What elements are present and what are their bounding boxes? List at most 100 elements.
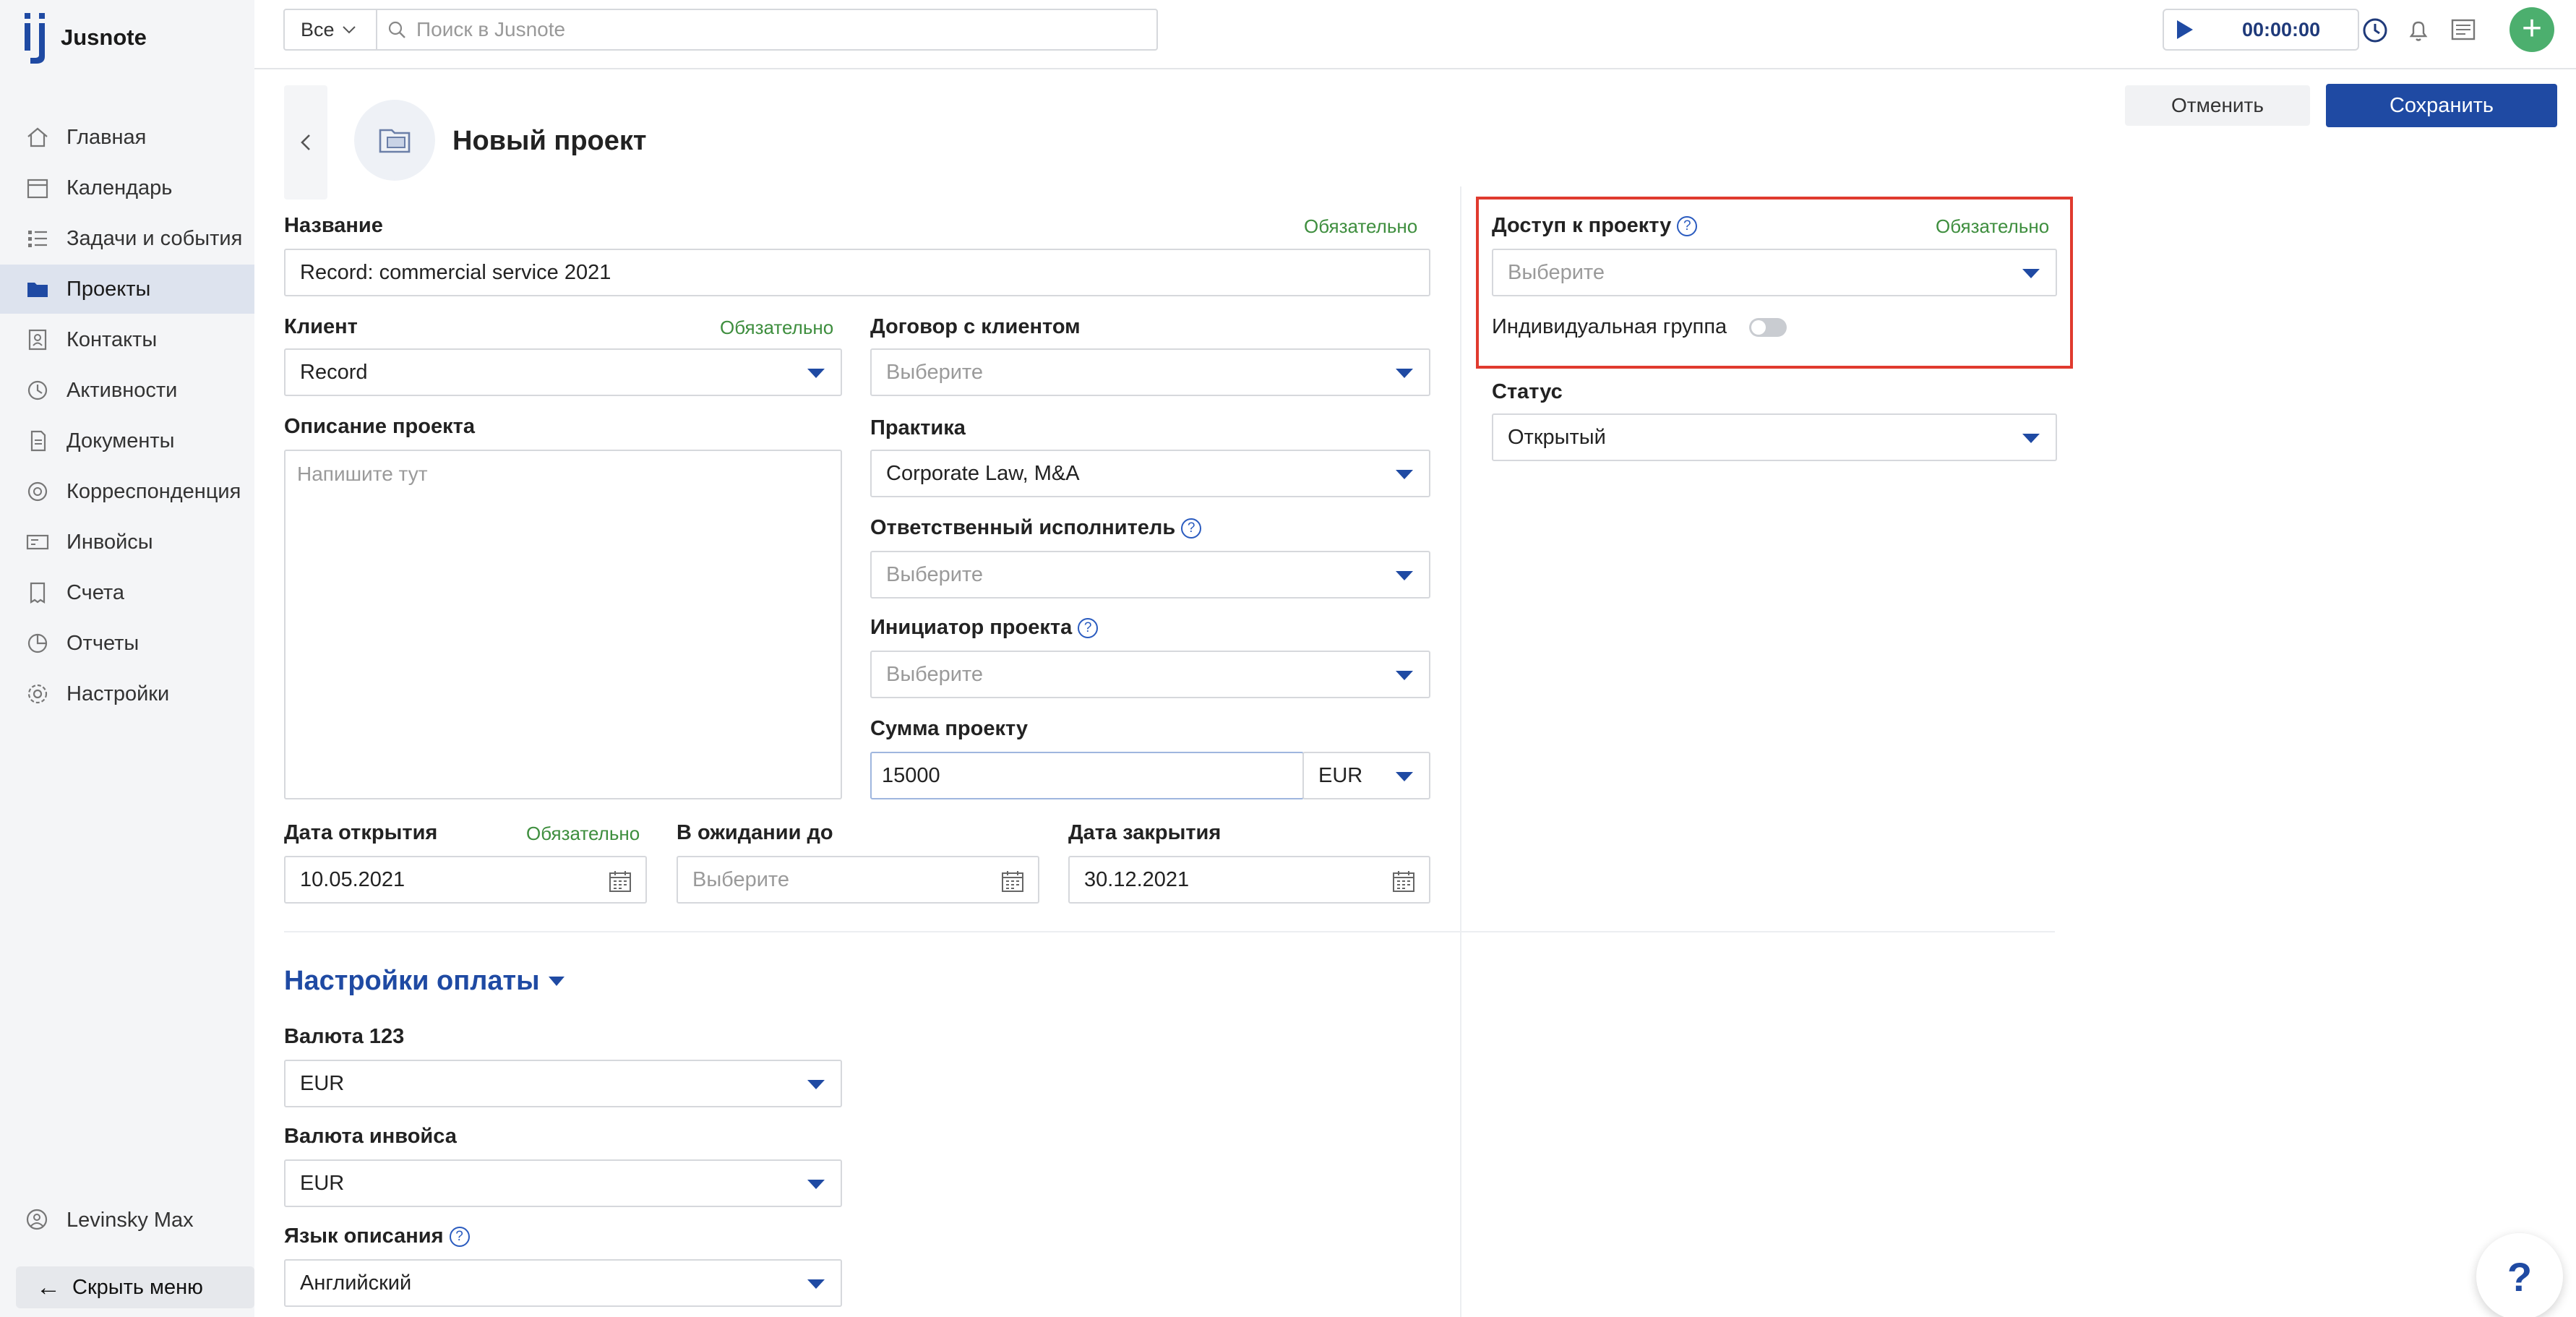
status-label: Статус [1492, 380, 1563, 403]
news-icon[interactable] [2447, 14, 2479, 46]
history-icon[interactable] [2359, 14, 2391, 46]
contract-select[interactable]: Выберите [870, 348, 1430, 396]
sidebar-item-label: Документы [66, 429, 175, 452]
sidebar-item-bills[interactable]: Счета [0, 568, 254, 617]
sidebar: Jusnote Главная Календарь Задачи и событ… [0, 0, 254, 1317]
calendar-icon[interactable] [608, 869, 632, 893]
question-icon: ? [2507, 1253, 2533, 1300]
search-bar: Все [283, 9, 1158, 51]
description-textarea[interactable]: Напишите тут [284, 450, 842, 799]
client-label: Клиент [284, 315, 358, 338]
sidebar-item-home[interactable]: Главная [0, 113, 254, 162]
sidebar-item-label: Календарь [66, 176, 173, 200]
section-divider [284, 931, 2055, 932]
cancel-button[interactable]: Отменить [2125, 85, 2310, 126]
sidebar-item-label: Корреспонденция [66, 479, 241, 503]
initiator-label: Инициатор проекта? [870, 616, 1099, 640]
calendar-icon [25, 175, 51, 201]
user-profile[interactable]: Levinsky Max [25, 1207, 194, 1233]
practice-select[interactable]: Corporate Law, M&A [870, 450, 1430, 497]
gear-icon [25, 681, 51, 707]
lang-label: Язык описания? [284, 1224, 470, 1248]
sidebar-item-calendar[interactable]: Календарь [0, 163, 254, 213]
home-icon [25, 124, 51, 150]
hide-menu-button[interactable]: ← Скрыть меню [16, 1266, 254, 1308]
search-scope-dropdown[interactable]: Все [285, 10, 377, 49]
toggle-knob [1751, 320, 1766, 335]
status-select[interactable]: Открытый [1492, 413, 2057, 461]
required-hint: Обязательно [720, 317, 834, 338]
currency-select[interactable]: EUR [284, 1060, 842, 1107]
open-date-input[interactable]: 10.05.2021 [284, 856, 647, 904]
access-label: Доступ к проекту? [1492, 214, 1698, 238]
invoice-currency-select[interactable]: EUR [284, 1159, 842, 1207]
individual-group-toggle[interactable] [1749, 318, 1787, 337]
client-select[interactable]: Record [284, 348, 842, 396]
sidebar-item-invoices[interactable]: Инвойсы [0, 518, 254, 567]
tasks-icon [25, 226, 51, 252]
play-icon[interactable] [2177, 20, 2193, 39]
timer-widget[interactable]: 00:00:00 [2163, 9, 2359, 51]
caret-down-icon [1396, 772, 1413, 781]
hide-menu-label: Скрыть меню [72, 1275, 203, 1299]
sidebar-item-label: Проекты [66, 277, 151, 301]
caret-down-icon [2022, 434, 2040, 443]
help-icon[interactable]: ? [449, 1226, 470, 1247]
documents-icon [25, 428, 51, 454]
contract-label: Договор с клиентом [870, 315, 1081, 338]
bell-icon[interactable] [2403, 14, 2434, 46]
save-button[interactable]: Сохранить [2326, 84, 2557, 127]
sidebar-item-label: Инвойсы [66, 530, 153, 554]
mail-icon [25, 479, 51, 505]
arrow-left-icon: ← [36, 1273, 61, 1301]
sidebar-item-projects[interactable]: Проекты [0, 265, 254, 314]
sidebar-item-correspondence[interactable]: Корреспонденция [0, 467, 254, 516]
caret-down-icon [1396, 369, 1413, 378]
calendar-icon[interactable] [1000, 869, 1025, 893]
help-fab-button[interactable]: ? [2476, 1233, 2563, 1317]
pending-date-input[interactable]: Выберите [677, 856, 1039, 904]
calendar-icon[interactable] [1391, 869, 1416, 893]
sidebar-item-label: Активности [66, 378, 178, 402]
caret-down-icon [2022, 269, 2040, 278]
sidebar-item-label: Счета [66, 580, 124, 604]
name-input[interactable]: Record: commercial service 2021 [284, 249, 1430, 296]
back-button[interactable] [284, 85, 327, 200]
close-date-input[interactable]: 30.12.2021 [1068, 856, 1430, 904]
sidebar-item-settings[interactable]: Настройки [0, 669, 254, 718]
access-select[interactable]: Выберите [1492, 249, 2057, 296]
caret-down-icon [807, 1180, 825, 1189]
contacts-icon [25, 327, 51, 353]
payment-settings-title: Настройки оплаты [284, 966, 540, 996]
currency-label: Валюта 123 [284, 1025, 405, 1048]
caret-down-icon [807, 1080, 825, 1089]
help-icon[interactable]: ? [1677, 215, 1698, 236]
responsible-select[interactable]: Выберите [870, 551, 1430, 599]
open-date-label: Дата открытия [284, 821, 438, 844]
lang-select[interactable]: Английский [284, 1259, 842, 1307]
help-icon[interactable]: ? [1181, 518, 1202, 539]
app-logo[interactable]: Jusnote [22, 10, 147, 65]
required-hint: Обязательно [526, 823, 640, 844]
sidebar-item-activity[interactable]: Активности [0, 366, 254, 415]
sidebar-item-reports[interactable]: Отчеты [0, 619, 254, 668]
help-icon[interactable]: ? [1078, 617, 1099, 638]
sidebar-item-contacts[interactable]: Контакты [0, 315, 254, 364]
required-hint: Обязательно [1936, 215, 2050, 237]
initiator-select[interactable]: Выберите [870, 651, 1430, 698]
plus-icon: + [2521, 9, 2543, 48]
amount-currency-select[interactable]: EUR [1302, 752, 1430, 799]
sidebar-item-tasks[interactable]: Задачи и события [0, 214, 254, 263]
responsible-label: Ответственный исполнитель? [870, 516, 1202, 540]
payment-settings-toggle[interactable]: Настройки оплаты [284, 966, 564, 997]
caret-down-icon [1396, 671, 1413, 680]
sidebar-item-documents[interactable]: Документы [0, 416, 254, 466]
jusnote-logo-icon [22, 10, 51, 65]
search-input[interactable] [416, 18, 1067, 41]
invoice-currency-label: Валюта инвойса [284, 1125, 457, 1148]
page-title: Новый проект [452, 126, 647, 156]
add-button[interactable]: + [2510, 7, 2554, 52]
practice-label: Практика [870, 416, 966, 439]
chevron-down-icon [342, 26, 356, 34]
amount-input[interactable]: 15000 [870, 752, 1304, 799]
